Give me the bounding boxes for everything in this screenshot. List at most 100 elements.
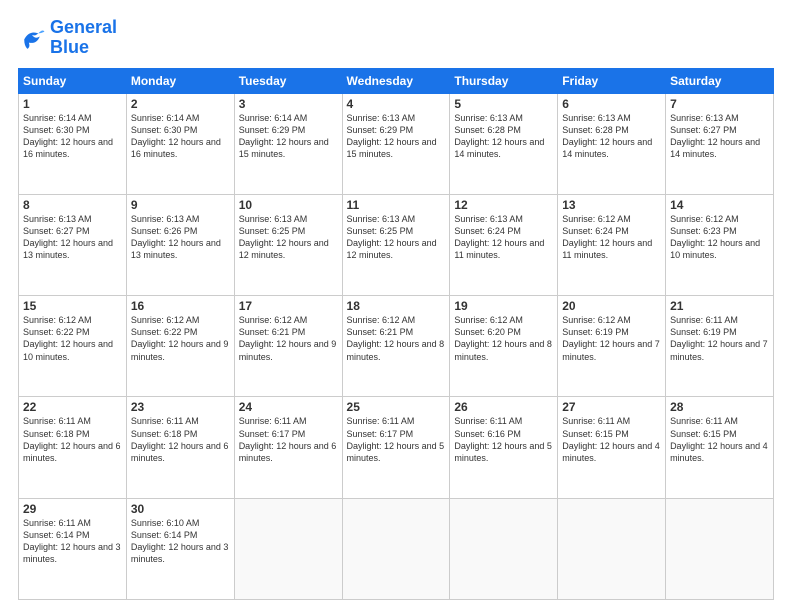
calendar-week-1: 1Sunrise: 6:14 AMSunset: 6:30 PMDaylight… [19, 93, 774, 194]
day-cell-2: 2Sunrise: 6:14 AMSunset: 6:30 PMDaylight… [126, 93, 234, 194]
day-cell-11: 11Sunrise: 6:13 AMSunset: 6:25 PMDayligh… [342, 194, 450, 295]
day-info: Sunrise: 6:14 AMSunset: 6:30 PMDaylight:… [131, 112, 230, 161]
page: General Blue SundayMondayTuesdayWednesda… [0, 0, 792, 612]
day-number: 25 [347, 400, 446, 414]
calendar-week-4: 22Sunrise: 6:11 AMSunset: 6:18 PMDayligh… [19, 397, 774, 498]
day-number: 14 [670, 198, 769, 212]
day-cell-23: 23Sunrise: 6:11 AMSunset: 6:18 PMDayligh… [126, 397, 234, 498]
day-cell-30: 30Sunrise: 6:10 AMSunset: 6:14 PMDayligh… [126, 498, 234, 599]
day-info: Sunrise: 6:10 AMSunset: 6:14 PMDaylight:… [131, 517, 230, 566]
day-header-friday: Friday [558, 68, 666, 93]
day-cell-13: 13Sunrise: 6:12 AMSunset: 6:24 PMDayligh… [558, 194, 666, 295]
day-cell-15: 15Sunrise: 6:12 AMSunset: 6:22 PMDayligh… [19, 296, 127, 397]
day-info: Sunrise: 6:13 AMSunset: 6:26 PMDaylight:… [131, 213, 230, 262]
calendar-header-row: SundayMondayTuesdayWednesdayThursdayFrid… [19, 68, 774, 93]
day-number: 5 [454, 97, 553, 111]
day-number: 3 [239, 97, 338, 111]
day-number: 18 [347, 299, 446, 313]
logo-bird-icon [18, 24, 46, 52]
day-cell-14: 14Sunrise: 6:12 AMSunset: 6:23 PMDayligh… [666, 194, 774, 295]
empty-cell [234, 498, 342, 599]
day-cell-18: 18Sunrise: 6:12 AMSunset: 6:21 PMDayligh… [342, 296, 450, 397]
day-number: 1 [23, 97, 122, 111]
day-header-saturday: Saturday [666, 68, 774, 93]
day-info: Sunrise: 6:13 AMSunset: 6:25 PMDaylight:… [347, 213, 446, 262]
day-number: 4 [347, 97, 446, 111]
empty-cell [558, 498, 666, 599]
day-number: 10 [239, 198, 338, 212]
day-number: 17 [239, 299, 338, 313]
day-info: Sunrise: 6:13 AMSunset: 6:29 PMDaylight:… [347, 112, 446, 161]
day-cell-12: 12Sunrise: 6:13 AMSunset: 6:24 PMDayligh… [450, 194, 558, 295]
day-info: Sunrise: 6:11 AMSunset: 6:18 PMDaylight:… [23, 415, 122, 464]
day-cell-19: 19Sunrise: 6:12 AMSunset: 6:20 PMDayligh… [450, 296, 558, 397]
day-info: Sunrise: 6:11 AMSunset: 6:16 PMDaylight:… [454, 415, 553, 464]
day-info: Sunrise: 6:12 AMSunset: 6:20 PMDaylight:… [454, 314, 553, 363]
day-cell-17: 17Sunrise: 6:12 AMSunset: 6:21 PMDayligh… [234, 296, 342, 397]
day-info: Sunrise: 6:12 AMSunset: 6:21 PMDaylight:… [239, 314, 338, 363]
day-header-monday: Monday [126, 68, 234, 93]
calendar-week-5: 29Sunrise: 6:11 AMSunset: 6:14 PMDayligh… [19, 498, 774, 599]
day-cell-21: 21Sunrise: 6:11 AMSunset: 6:19 PMDayligh… [666, 296, 774, 397]
day-info: Sunrise: 6:12 AMSunset: 6:24 PMDaylight:… [562, 213, 661, 262]
day-cell-5: 5Sunrise: 6:13 AMSunset: 6:28 PMDaylight… [450, 93, 558, 194]
day-number: 12 [454, 198, 553, 212]
day-cell-3: 3Sunrise: 6:14 AMSunset: 6:29 PMDaylight… [234, 93, 342, 194]
calendar-week-3: 15Sunrise: 6:12 AMSunset: 6:22 PMDayligh… [19, 296, 774, 397]
logo: General Blue [18, 18, 117, 58]
day-header-tuesday: Tuesday [234, 68, 342, 93]
day-info: Sunrise: 6:13 AMSunset: 6:24 PMDaylight:… [454, 213, 553, 262]
day-cell-6: 6Sunrise: 6:13 AMSunset: 6:28 PMDaylight… [558, 93, 666, 194]
day-number: 30 [131, 502, 230, 516]
day-cell-20: 20Sunrise: 6:12 AMSunset: 6:19 PMDayligh… [558, 296, 666, 397]
calendar-week-2: 8Sunrise: 6:13 AMSunset: 6:27 PMDaylight… [19, 194, 774, 295]
logo-general: General [50, 17, 117, 37]
day-cell-22: 22Sunrise: 6:11 AMSunset: 6:18 PMDayligh… [19, 397, 127, 498]
day-cell-27: 27Sunrise: 6:11 AMSunset: 6:15 PMDayligh… [558, 397, 666, 498]
day-info: Sunrise: 6:12 AMSunset: 6:22 PMDaylight:… [23, 314, 122, 363]
day-cell-9: 9Sunrise: 6:13 AMSunset: 6:26 PMDaylight… [126, 194, 234, 295]
day-number: 27 [562, 400, 661, 414]
day-number: 8 [23, 198, 122, 212]
day-info: Sunrise: 6:11 AMSunset: 6:17 PMDaylight:… [239, 415, 338, 464]
day-info: Sunrise: 6:13 AMSunset: 6:27 PMDaylight:… [23, 213, 122, 262]
day-header-wednesday: Wednesday [342, 68, 450, 93]
day-info: Sunrise: 6:11 AMSunset: 6:15 PMDaylight:… [562, 415, 661, 464]
day-number: 19 [454, 299, 553, 313]
day-number: 6 [562, 97, 661, 111]
day-info: Sunrise: 6:12 AMSunset: 6:23 PMDaylight:… [670, 213, 769, 262]
day-cell-1: 1Sunrise: 6:14 AMSunset: 6:30 PMDaylight… [19, 93, 127, 194]
day-number: 7 [670, 97, 769, 111]
day-number: 24 [239, 400, 338, 414]
day-number: 23 [131, 400, 230, 414]
day-number: 20 [562, 299, 661, 313]
empty-cell [450, 498, 558, 599]
day-info: Sunrise: 6:12 AMSunset: 6:21 PMDaylight:… [347, 314, 446, 363]
day-cell-29: 29Sunrise: 6:11 AMSunset: 6:14 PMDayligh… [19, 498, 127, 599]
day-cell-10: 10Sunrise: 6:13 AMSunset: 6:25 PMDayligh… [234, 194, 342, 295]
day-info: Sunrise: 6:11 AMSunset: 6:15 PMDaylight:… [670, 415, 769, 464]
day-number: 28 [670, 400, 769, 414]
day-info: Sunrise: 6:13 AMSunset: 6:25 PMDaylight:… [239, 213, 338, 262]
day-info: Sunrise: 6:14 AMSunset: 6:29 PMDaylight:… [239, 112, 338, 161]
day-cell-25: 25Sunrise: 6:11 AMSunset: 6:17 PMDayligh… [342, 397, 450, 498]
header: General Blue [18, 18, 774, 58]
day-cell-16: 16Sunrise: 6:12 AMSunset: 6:22 PMDayligh… [126, 296, 234, 397]
day-info: Sunrise: 6:11 AMSunset: 6:14 PMDaylight:… [23, 517, 122, 566]
day-info: Sunrise: 6:12 AMSunset: 6:22 PMDaylight:… [131, 314, 230, 363]
day-number: 15 [23, 299, 122, 313]
day-number: 26 [454, 400, 553, 414]
day-cell-26: 26Sunrise: 6:11 AMSunset: 6:16 PMDayligh… [450, 397, 558, 498]
day-info: Sunrise: 6:13 AMSunset: 6:28 PMDaylight:… [562, 112, 661, 161]
day-cell-7: 7Sunrise: 6:13 AMSunset: 6:27 PMDaylight… [666, 93, 774, 194]
day-cell-8: 8Sunrise: 6:13 AMSunset: 6:27 PMDaylight… [19, 194, 127, 295]
day-info: Sunrise: 6:12 AMSunset: 6:19 PMDaylight:… [562, 314, 661, 363]
day-number: 9 [131, 198, 230, 212]
empty-cell [666, 498, 774, 599]
day-info: Sunrise: 6:11 AMSunset: 6:19 PMDaylight:… [670, 314, 769, 363]
day-number: 16 [131, 299, 230, 313]
day-info: Sunrise: 6:14 AMSunset: 6:30 PMDaylight:… [23, 112, 122, 161]
day-number: 13 [562, 198, 661, 212]
day-number: 22 [23, 400, 122, 414]
day-cell-4: 4Sunrise: 6:13 AMSunset: 6:29 PMDaylight… [342, 93, 450, 194]
